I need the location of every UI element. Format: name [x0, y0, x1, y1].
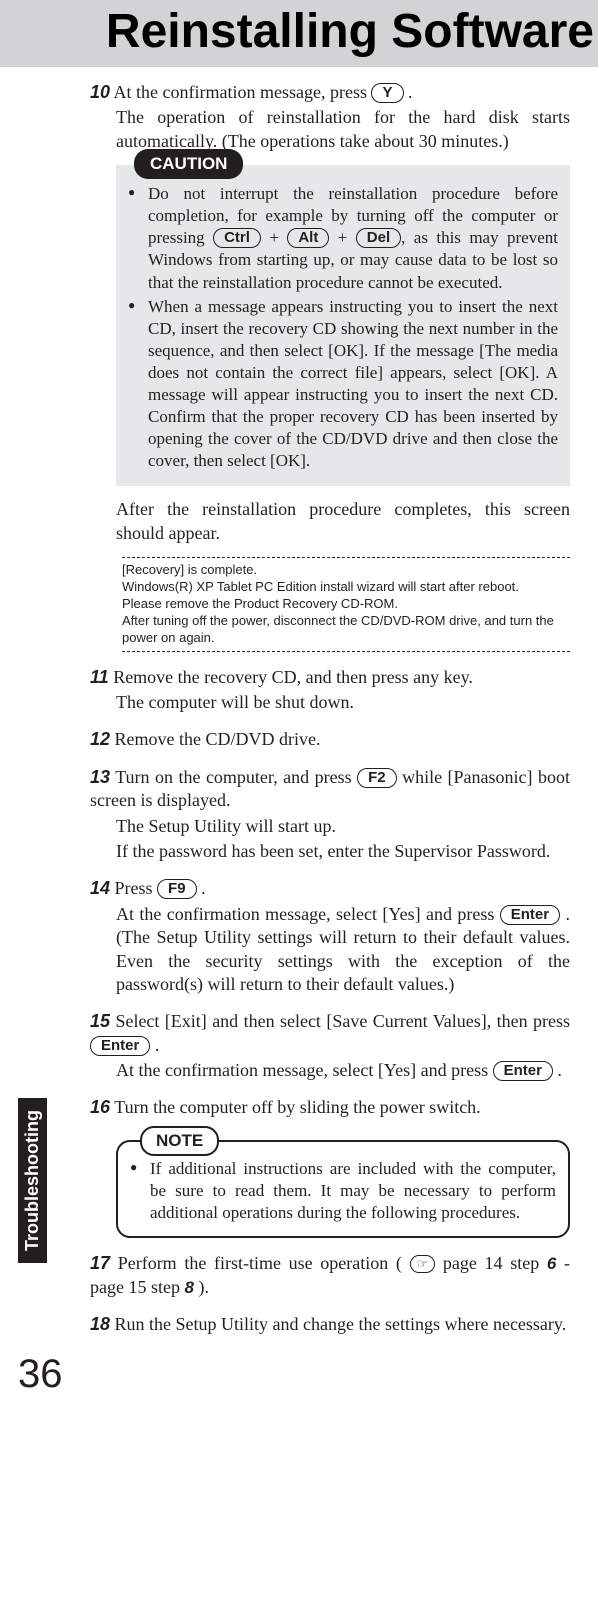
step-10: 10 At the confirmation message, press Y …	[90, 81, 570, 153]
note-label: NOTE	[140, 1126, 219, 1156]
key-enter: Enter	[493, 1061, 553, 1081]
key-alt: Alt	[287, 228, 329, 248]
key-del: Del	[356, 228, 401, 248]
step-18: 18 Run the Setup Utility and change the …	[90, 1313, 570, 1336]
caution-box: CAUTION Do not interrupt the reinstallat…	[116, 165, 570, 486]
step-text: Turn the computer off by sliding the pow…	[114, 1097, 480, 1117]
caution-item: When a message appears instructing you t…	[128, 296, 558, 473]
step-text: Run the Setup Utility and change the set…	[115, 1314, 567, 1334]
step-text: Turn on the computer, and press	[115, 767, 357, 787]
step-text: If the password has been set, enter the …	[90, 840, 570, 863]
message-line: [Recovery] is complete.	[122, 562, 570, 579]
step-text: At the confirmation message, select [Yes…	[116, 904, 500, 924]
step-text: .	[197, 878, 206, 898]
step-15: 15 Select [Exit] and then select [Save C…	[90, 1010, 570, 1082]
caution-item: Do not interrupt the reinstallation proc…	[128, 183, 558, 293]
header-band: Reinstalling Software	[0, 0, 598, 67]
message-line: After tuning off the power, disconnect t…	[122, 613, 570, 647]
message-line: Windows(R) XP Tablet PC Edition install …	[122, 579, 570, 596]
step-text: .	[553, 1060, 562, 1080]
step-number: 11	[90, 667, 109, 687]
ref-step-bold: 6	[547, 1254, 556, 1273]
caution-text: +	[261, 228, 287, 247]
step-12: 12 Remove the CD/DVD drive.	[90, 728, 570, 751]
caution-text: +	[329, 228, 355, 247]
step-text: The computer will be shut down.	[90, 691, 570, 714]
key-f9: F9	[157, 879, 197, 899]
step-text: The Setup Utility will start up.	[90, 815, 570, 838]
note-box: NOTE If additional instructions are incl…	[116, 1140, 570, 1238]
step-number: 12	[90, 729, 110, 749]
content-area: 10 At the confirmation message, press Y …	[0, 81, 598, 1336]
step-number: 17	[90, 1253, 110, 1273]
side-tab-troubleshooting: Troubleshooting	[18, 1098, 47, 1263]
step-17: 17 Perform the first-time use operation …	[90, 1252, 570, 1299]
step-text: At the confirmation message, press	[114, 82, 372, 102]
step-14: 14 Press F9 . At the confirmation messag…	[90, 877, 570, 996]
step-number: 10	[90, 82, 110, 102]
after-caution-text: After the reinstallation procedure compl…	[116, 498, 570, 545]
message-line: Please remove the Product Recovery CD-RO…	[122, 596, 570, 613]
step-text: At the confirmation message, select [Yes…	[116, 1060, 493, 1080]
page-title: Reinstalling Software	[0, 0, 598, 67]
ref-step-bold: 8	[184, 1278, 193, 1297]
key-ctrl: Ctrl	[213, 228, 261, 248]
note-item: If additional instructions are included …	[130, 1158, 556, 1224]
step-text: Remove the recovery CD, and then press a…	[113, 667, 473, 687]
step-text: ).	[194, 1277, 209, 1297]
step-text: The operation of reinstallation for the …	[90, 106, 570, 153]
recovery-message-box: [Recovery] is complete. Windows(R) XP Ta…	[122, 557, 570, 651]
step-11: 11 Remove the recovery CD, and then pres…	[90, 666, 570, 715]
step-13: 13 Turn on the computer, and press F2 wh…	[90, 766, 570, 864]
reference-icon: ☞	[410, 1255, 436, 1273]
page-number: 36	[18, 1352, 598, 1397]
step-text: .	[150, 1035, 159, 1055]
key-y: Y	[371, 83, 403, 103]
step-16: 16 Turn the computer off by sliding the …	[90, 1096, 570, 1119]
step-text: Remove the CD/DVD drive.	[115, 729, 321, 749]
step-number: 14	[90, 878, 110, 898]
step-number: 15	[90, 1011, 110, 1031]
step-number: 18	[90, 1314, 110, 1334]
step-text: Select [Exit] and then select [Save Curr…	[115, 1011, 570, 1031]
step-text: .	[404, 82, 413, 102]
step-text: Perform the first-time use operation (	[118, 1253, 410, 1273]
step-number: 16	[90, 1097, 110, 1117]
key-enter: Enter	[500, 905, 560, 925]
caution-label: CAUTION	[134, 149, 243, 179]
key-f2: F2	[357, 768, 397, 788]
step-text: page 14 step	[435, 1253, 547, 1273]
step-text: Press	[115, 878, 158, 898]
step-number: 13	[90, 767, 110, 787]
key-enter: Enter	[90, 1036, 150, 1056]
